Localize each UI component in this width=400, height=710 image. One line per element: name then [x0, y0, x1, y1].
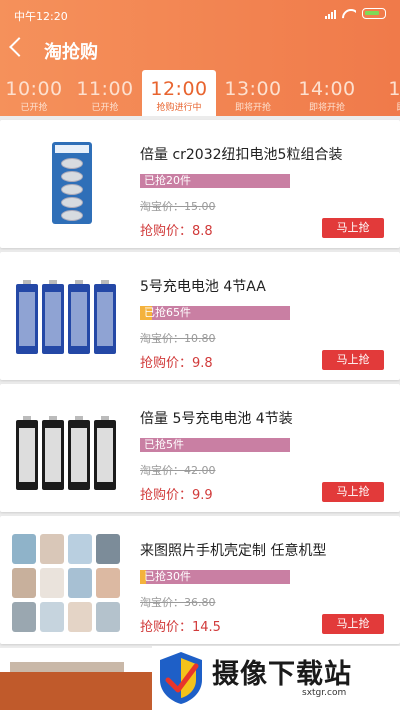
- buy-now-button[interactable]: 马上抢: [322, 350, 384, 370]
- sold-count: 已抢65件: [144, 306, 191, 319]
- tab-status: 即将开抢: [308, 103, 345, 113]
- product-name: 来图照片手机壳定制 任意机型: [140, 543, 327, 559]
- sale-price: 抢购价：14.5: [140, 620, 221, 635]
- sold-count: 已抢20件: [144, 174, 191, 187]
- sale-price: 抢购价：9.9: [140, 488, 213, 503]
- product-name: 倍量 5号充电电池 4节装: [140, 411, 293, 427]
- coin-cell-pack-image: [10, 134, 124, 234]
- buy-now-button[interactable]: 马上抢: [322, 482, 384, 502]
- tab-status: 已开抢: [20, 103, 48, 113]
- page-title: 淘抢购: [44, 42, 98, 63]
- original-price: 淘宝价：15.00: [140, 200, 216, 213]
- tab-time: 15: [388, 78, 400, 100]
- product-card[interactable]: 来图照片手机壳定制 任意机型 已抢30件 淘宝价：36.80 抢购价：14.5 …: [0, 516, 400, 644]
- watermark-url: sxtgr.com: [302, 688, 347, 698]
- buy-now-button[interactable]: 马上抢: [322, 218, 384, 238]
- tab-status: 即将开抢: [234, 103, 271, 113]
- sold-count: 已抢5件: [144, 438, 184, 451]
- battery-icon: [362, 8, 386, 19]
- status-time: 中午12:20: [14, 10, 68, 23]
- sold-progress-bar: 已抢30件: [140, 570, 290, 584]
- bottom-bar-left: [0, 672, 150, 710]
- aa-batteries-blue-image: [10, 266, 124, 366]
- tab-status: 已开抢: [91, 103, 119, 113]
- product-card[interactable]: 倍量 cr2032纽扣电池5粒组合装 已抢20件 淘宝价：15.00 抢购价：8…: [0, 120, 400, 248]
- tab-status: 抢购进行中: [156, 103, 202, 113]
- tab-status: 即: [364, 100, 400, 113]
- time-tabs: 10:00 已开抢 11:00 已开抢 12:00 抢购进行中 13:00 即将…: [0, 70, 400, 116]
- watermark-title: 摄像下载站: [212, 659, 352, 690]
- tab-time: 13:00: [224, 78, 282, 100]
- tab-time: 10:00: [5, 78, 63, 100]
- sold-progress-bar: 已抢5件: [140, 438, 290, 452]
- buy-now-button[interactable]: 马上抢: [322, 614, 384, 634]
- product-card[interactable]: 5号充电电池 4节AA 已抢65件 淘宝价：10.80 抢购价：9.8 马上抢: [0, 252, 400, 380]
- watermark: 摄像下载站 sxtgr.com: [152, 646, 400, 710]
- tab-10-00[interactable]: 10:00 已开抢: [0, 70, 68, 116]
- status-icons: [325, 8, 386, 19]
- original-price: 淘宝价：10.80: [140, 332, 216, 345]
- signal-icon: [325, 9, 336, 19]
- tab-12-00[interactable]: 12:00 抢购进行中: [142, 70, 216, 116]
- sold-progress-bar: 已抢20件: [140, 174, 290, 188]
- product-card[interactable]: 倍量 5号充电电池 4节装 已抢5件 淘宝价：42.00 抢购价：9.9 马上抢: [0, 384, 400, 512]
- phone-cases-image: [10, 530, 124, 632]
- tab-15-00[interactable]: 15 即: [364, 70, 400, 116]
- tab-time: 14:00: [298, 78, 356, 100]
- sale-price: 抢购价：9.8: [140, 356, 213, 371]
- tab-time: 11:00: [76, 78, 134, 100]
- wifi-icon: [342, 9, 356, 19]
- sold-count: 已抢30件: [144, 570, 191, 583]
- original-price: 淘宝价：36.80: [140, 596, 216, 609]
- product-name: 倍量 cr2032纽扣电池5粒组合装: [140, 147, 343, 163]
- shield-logo-icon: [160, 652, 202, 704]
- sale-price: 抢购价：8.8: [140, 224, 213, 239]
- tab-time: 12:00: [150, 78, 208, 100]
- status-bar: 中午12:20: [0, 0, 400, 30]
- tab-13-00[interactable]: 13:00 即将开抢: [216, 70, 290, 116]
- back-arrow-icon[interactable]: [9, 37, 29, 57]
- tab-11-00[interactable]: 11:00 已开抢: [68, 70, 142, 116]
- tab-14-00[interactable]: 14:00 即将开抢: [290, 70, 364, 116]
- original-price: 淘宝价：42.00: [140, 464, 216, 477]
- aa-batteries-black-image: [10, 398, 124, 498]
- product-name: 5号充电电池 4节AA: [140, 279, 266, 295]
- sold-progress-bar: 已抢65件: [140, 306, 290, 320]
- nav-bar: 淘抢购: [0, 32, 400, 68]
